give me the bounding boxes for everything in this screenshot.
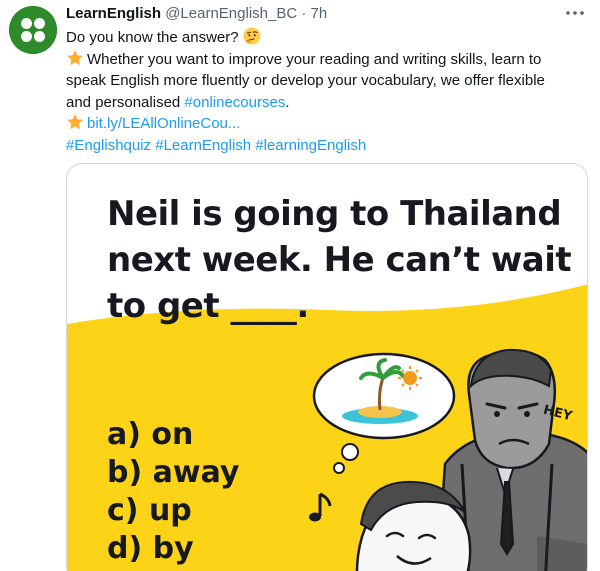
- option-a: a) on: [107, 417, 194, 452]
- author-handle[interactable]: @LearnEnglish_BC: [165, 5, 297, 22]
- question-line: Neil is going to Thailand: [107, 194, 562, 234]
- more-options-icon[interactable]: [564, 6, 586, 20]
- avatar[interactable]: [9, 6, 57, 54]
- timestamp[interactable]: 7h: [311, 5, 328, 22]
- hashtags[interactable]: #Englishquiz #LearnEnglish #learningEngl…: [66, 135, 586, 157]
- author-name[interactable]: LearnEnglish: [66, 5, 161, 22]
- option-c: c) up: [107, 493, 192, 528]
- thinking-face-icon: [243, 27, 261, 45]
- option-b: b) away: [107, 455, 240, 490]
- quiz-image-card[interactable]: Neil is going to Thailand next week. He …: [66, 163, 588, 571]
- quiz-question: Neil is going to Thailand next week. He …: [107, 191, 572, 329]
- star-icon: [67, 114, 83, 130]
- tweet-header: LearnEnglish @LearnEnglish_BC · 7h: [66, 4, 327, 24]
- text-line: Whether you want to improve your reading…: [87, 50, 542, 68]
- text-line: Do you know the answer?: [66, 29, 239, 46]
- option-d: d) by: [107, 531, 194, 566]
- hashtag-link[interactable]: #onlinecourses: [184, 94, 285, 111]
- star-icon: [67, 49, 83, 65]
- short-link[interactable]: bit.ly/LEAllOnlineCou...: [87, 115, 240, 132]
- text-line: and personalised: [66, 93, 185, 111]
- text-line: speak English more fluently or develop y…: [66, 72, 545, 89]
- tweet[interactable]: LearnEnglish @LearnEnglish_BC · 7h Do yo…: [0, 0, 600, 571]
- answer-options: a) on b) away c) up d) by: [107, 416, 239, 568]
- separator: ·: [301, 5, 307, 22]
- logo-icon: [9, 6, 57, 54]
- text-line: .: [285, 93, 290, 111]
- question-line: next week. He can’t wait: [107, 240, 572, 280]
- tweet-text: Do you know the answer? Whether you want…: [66, 27, 586, 156]
- question-line: to get ____.: [107, 286, 309, 326]
